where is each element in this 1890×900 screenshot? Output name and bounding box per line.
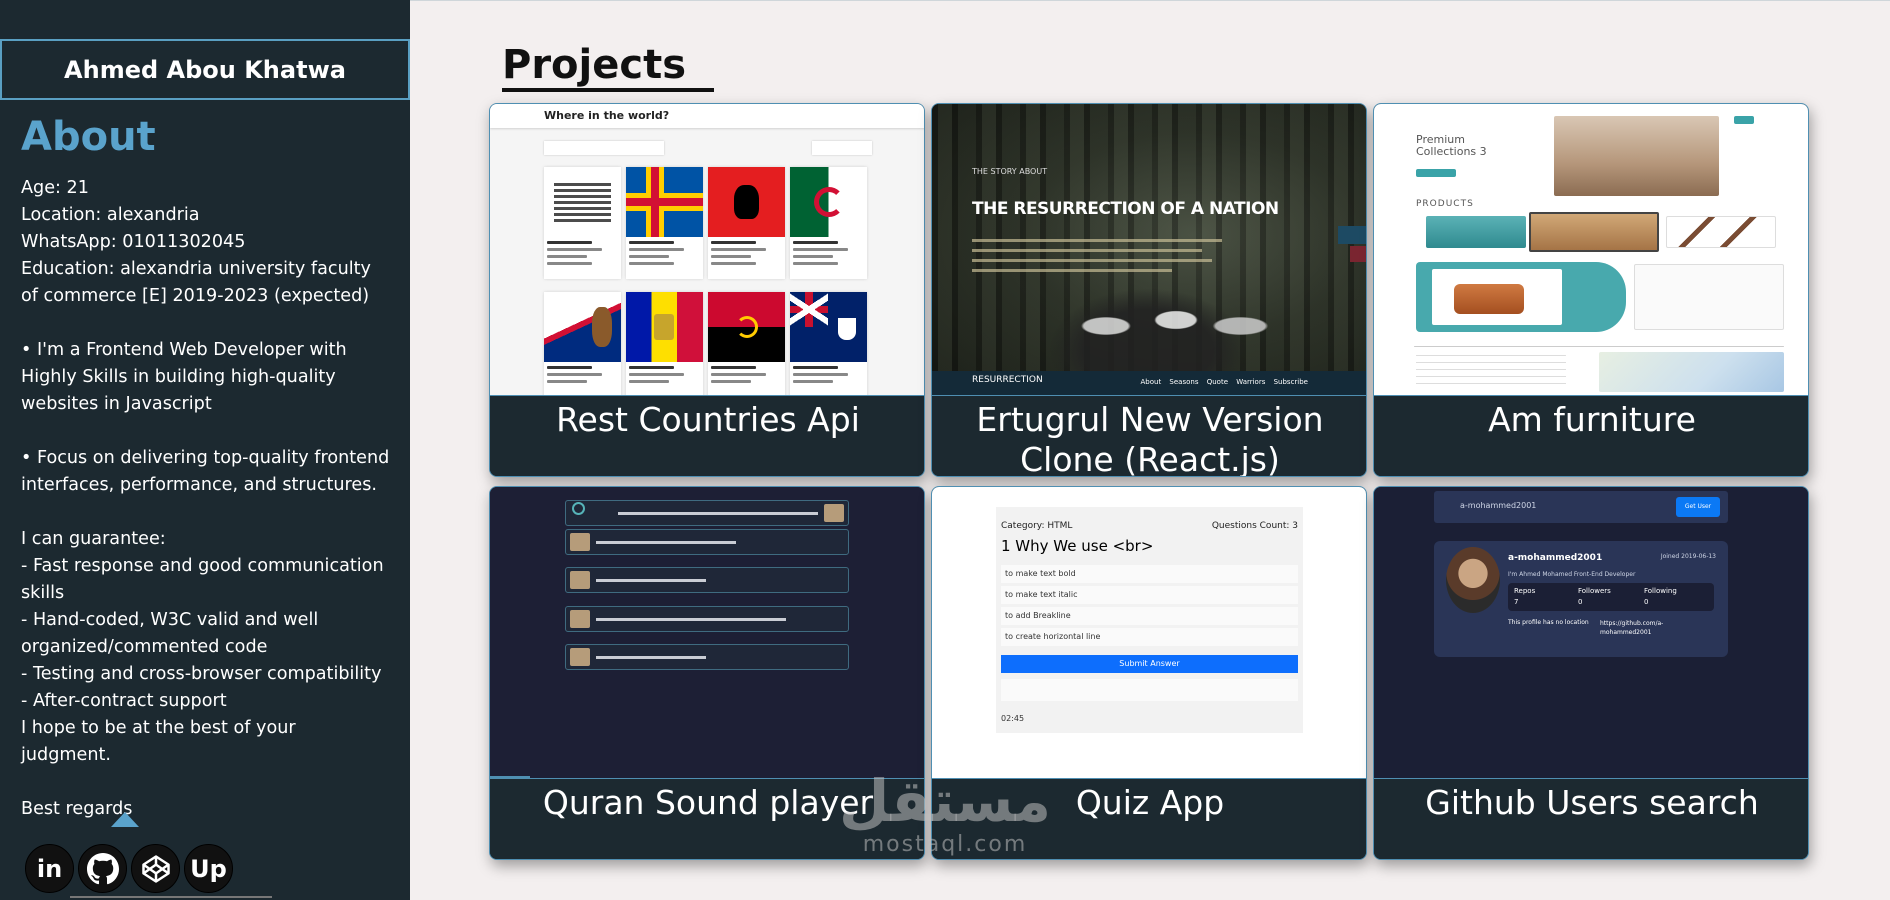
about-paragraph-2: • Focus on delivering top-quality fronte… (21, 448, 390, 495)
page-title: Projects (502, 42, 687, 88)
country-card (626, 167, 703, 279)
linkedin-icon: in (36, 854, 63, 883)
guarantee-item: - Hand-coded, W3C valid and well organiz… (21, 610, 319, 657)
about-heading: About (21, 114, 156, 160)
codepen-icon (141, 854, 170, 883)
upwork-link[interactable]: Up (184, 844, 233, 893)
thumb-search-value: a-mohammed2001 (1460, 501, 1537, 510)
thumb-joined: Joined 2019-06-13 (1660, 553, 1716, 560)
thumb-following: 0 (1644, 598, 1649, 606)
project-title: Rest Countries Api (490, 395, 924, 476)
project-card-github-users-search[interactable]: a-mohammed2001 Get User a-mohammed2001 J… (1373, 486, 1809, 860)
project-screenshot: Category: HTML Questions Count: 3 1 Why … (932, 487, 1366, 778)
country-card (544, 292, 621, 395)
watermark-arabic: مستقل (838, 767, 1052, 835)
thumb-followers: 0 (1578, 598, 1583, 606)
thumb-answer: to make text italic (1001, 586, 1298, 604)
thumb-location: This profile has no location (1508, 619, 1589, 626)
thumb-answer: to make text bold (1001, 565, 1298, 583)
about-paragraph-1: • I'm a Frontend Web Developer with High… (21, 340, 347, 414)
country-card (708, 167, 785, 279)
title-underline (502, 88, 714, 92)
project-screenshot: a-mohammed2001 Get User a-mohammed2001 J… (1374, 487, 1808, 778)
project-title: Github Users search (1374, 778, 1808, 859)
project-screenshot: THE STORY ABOUT THE RESURRECTION OF A NA… (932, 104, 1366, 395)
codepen-link[interactable] (131, 844, 180, 893)
regards-line: Best regards (21, 799, 133, 819)
thumb-kicker: THE STORY ABOUT (972, 167, 1048, 176)
project-screenshot: Premium Collections 3 PRODUCTS (1374, 104, 1808, 395)
project-title: Ertugrul New Version Clone (React.js) (932, 395, 1366, 476)
thumb-search (544, 141, 664, 155)
thumb-timer: 02:45 (1001, 714, 1025, 723)
guarantee-item: - Testing and cross-browser compatibilit… (21, 664, 382, 684)
github-icon (86, 852, 119, 884)
thumb-following-label: Following (1644, 587, 1677, 595)
thumb-username: a-mohammed2001 (1508, 553, 1603, 563)
project-card-rest-countries[interactable]: Where in the world? Rest Countries Api (489, 103, 925, 477)
thumb-count: Questions Count: 3 (1211, 521, 1298, 531)
watermark-latin: mostaql.com (862, 832, 1028, 857)
upwork-icon: Up (190, 854, 227, 883)
social-links: in Up (25, 844, 233, 893)
thumb-question: 1 Why We use <br> (1001, 537, 1154, 555)
thumb-heading: Premium Collections 3 (1416, 133, 1487, 158)
country-card (790, 292, 867, 395)
profile-name: Ahmed Abou Khatwa (0, 39, 410, 100)
project-screenshot: Where in the world? (490, 104, 924, 395)
country-card (708, 292, 785, 395)
thumb-bio: I'm Ahmed Mohamed Front-End Developer (1508, 571, 1636, 578)
linkedin-link[interactable]: in (25, 844, 74, 893)
thumb-answer: to add Breakline (1001, 607, 1298, 625)
thumb-repos-label: Repos (1514, 587, 1536, 595)
guarantee-item: - After-contract support (21, 691, 227, 711)
country-card (544, 167, 621, 279)
project-card-am-furniture[interactable]: Premium Collections 3 PRODUCTS Am furnit… (1373, 103, 1809, 477)
divider (70, 896, 272, 898)
sidebar: Ahmed Abou Khatwa About Age: 21 Location… (0, 0, 410, 900)
thumb-repos: 7 (1514, 598, 1519, 606)
guarantee-heading: I can guarantee: (21, 529, 166, 549)
thumb-header: Where in the world? (544, 109, 670, 122)
about-text: Age: 21 Location: alexandria WhatsApp: 0… (21, 175, 391, 823)
divider (410, 0, 1890, 1)
github-link[interactable] (78, 844, 127, 893)
thumb-followers-label: Followers (1578, 587, 1611, 595)
about-location: Location: alexandria (21, 205, 200, 225)
about-education: Education: alexandria university faculty… (21, 259, 371, 306)
project-title: Am furniture (1374, 395, 1808, 476)
thumb-url: https://github.com/a-mohammed2001 (1600, 620, 1664, 636)
thumb-nav: About Seasons Quote Warriors Subscribe (1140, 378, 1308, 386)
about-whatsapp: WhatsApp: 01011302045 (21, 232, 246, 252)
thumb-headline: THE RESURRECTION OF A NATION (972, 199, 1279, 219)
guarantee-item: - Fast response and good communication s… (21, 556, 384, 603)
about-age: Age: 21 (21, 178, 89, 198)
thumb-products: PRODUCTS (1416, 199, 1474, 209)
watermark: مستقل mostaql.com (830, 770, 1060, 857)
play-icon (572, 502, 585, 515)
closing-line: I hope to be at the best of your judgmen… (21, 718, 296, 765)
project-screenshot (490, 487, 924, 778)
scroll-up-arrow-icon[interactable] (111, 812, 139, 827)
thumb-category: Category: HTML (1001, 521, 1073, 531)
country-card (790, 167, 867, 279)
thumb-submit: Submit Answer (1001, 655, 1298, 673)
thumb-logo: RESURRECTION (972, 375, 1043, 385)
thumb-filter (812, 141, 872, 155)
thumb-answer: to create horizontal line (1001, 628, 1298, 646)
project-card-ertugrul[interactable]: THE STORY ABOUT THE RESURRECTION OF A NA… (931, 103, 1367, 477)
thumb-get-user: Get User (1676, 497, 1720, 517)
country-card (626, 292, 703, 395)
avatar (1446, 547, 1500, 613)
